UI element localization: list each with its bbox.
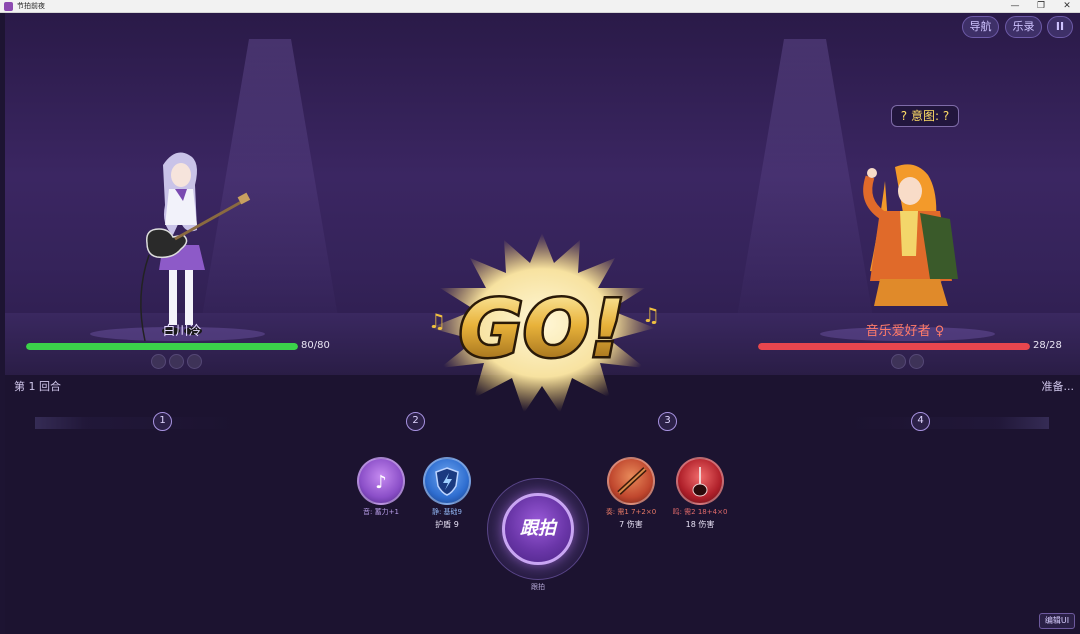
go-splash: GO! ♫ ♫ [428, 233, 660, 413]
enemy-intent-badge[interactable]: ? 意图: ? [891, 105, 959, 127]
beat-marker-1: 1 [153, 412, 172, 431]
game-window: 节拍前夜 — ❐ ✕ 导航 乐录 II ? 意图: ? 白川泠 音乐爱好者 ♀ … [0, 0, 1080, 634]
guitar-neck-icon [617, 467, 647, 495]
log-button[interactable]: 乐录 [1005, 16, 1042, 38]
nav-button[interactable]: 导航 [962, 16, 999, 38]
player-status-slot [151, 354, 166, 369]
enemy-hp-text: 28/28 [1033, 340, 1062, 351]
close-button[interactable]: ✕ [1054, 0, 1080, 13]
beat-marker-4: 4 [911, 412, 930, 431]
player-hp-bar [26, 343, 298, 350]
card-jing-sub: 静: 基础9 [431, 508, 463, 516]
round-label: 第 1 回合 [14, 380, 61, 393]
app-icon [4, 1, 13, 11]
window-title: 节拍前夜 [17, 1, 45, 10]
card-jing-main: 护盾 9 [435, 520, 459, 529]
enemy-status-slot [909, 354, 924, 369]
card-zou-main: 7 伤害 [619, 520, 643, 529]
card-zou[interactable] [607, 457, 655, 505]
player-status-slot [169, 354, 184, 369]
edit-ui-button[interactable]: 编辑UI [1039, 613, 1075, 629]
enemy-hp-fill [758, 343, 1030, 350]
enemy-hp-bar [758, 343, 1030, 350]
window-controls: — ❐ ✕ [1002, 0, 1080, 13]
card-ming-sub: 鸣: 需2 18+4×0 [672, 508, 728, 516]
music-note-icon: ♫ [642, 303, 660, 327]
enemy-status-slot [891, 354, 906, 369]
svg-text:♪: ♪ [375, 472, 387, 493]
electric-guitar-icon [692, 467, 708, 497]
minimize-button[interactable]: — [1002, 0, 1028, 13]
card-zou-sub: 奏: 需1 7+2×0 [605, 508, 657, 516]
beat-button[interactable]: 跟拍 [502, 493, 574, 565]
music-note-icon: ♫ [428, 309, 446, 333]
card-yin[interactable]: ♪ [357, 457, 405, 505]
beat-button-caption: 跟拍 [531, 583, 545, 591]
player-name: 白川泠 [162, 324, 202, 339]
player-hp-fill [26, 343, 298, 350]
go-text: GO! [459, 285, 625, 375]
player-character [140, 152, 251, 342]
beat-track [35, 417, 1049, 429]
music-note-icon: ♪ [375, 472, 387, 493]
card-ming-main: 18 伤害 [685, 520, 715, 529]
battle-status: 准备... [1041, 380, 1075, 393]
card-jing[interactable] [423, 457, 471, 505]
player-hp-text: 80/80 [301, 340, 330, 351]
player-status-slot [187, 354, 202, 369]
shield-icon [435, 467, 459, 496]
pause-button[interactable]: II [1047, 16, 1073, 38]
enemy-character [863, 164, 958, 306]
card-ming[interactable] [676, 457, 724, 505]
restore-button[interactable]: ❐ [1028, 0, 1054, 13]
title-bar: 节拍前夜 — ❐ ✕ [0, 0, 1080, 13]
enemy-name: 音乐爱好者 ♀ [865, 324, 945, 339]
